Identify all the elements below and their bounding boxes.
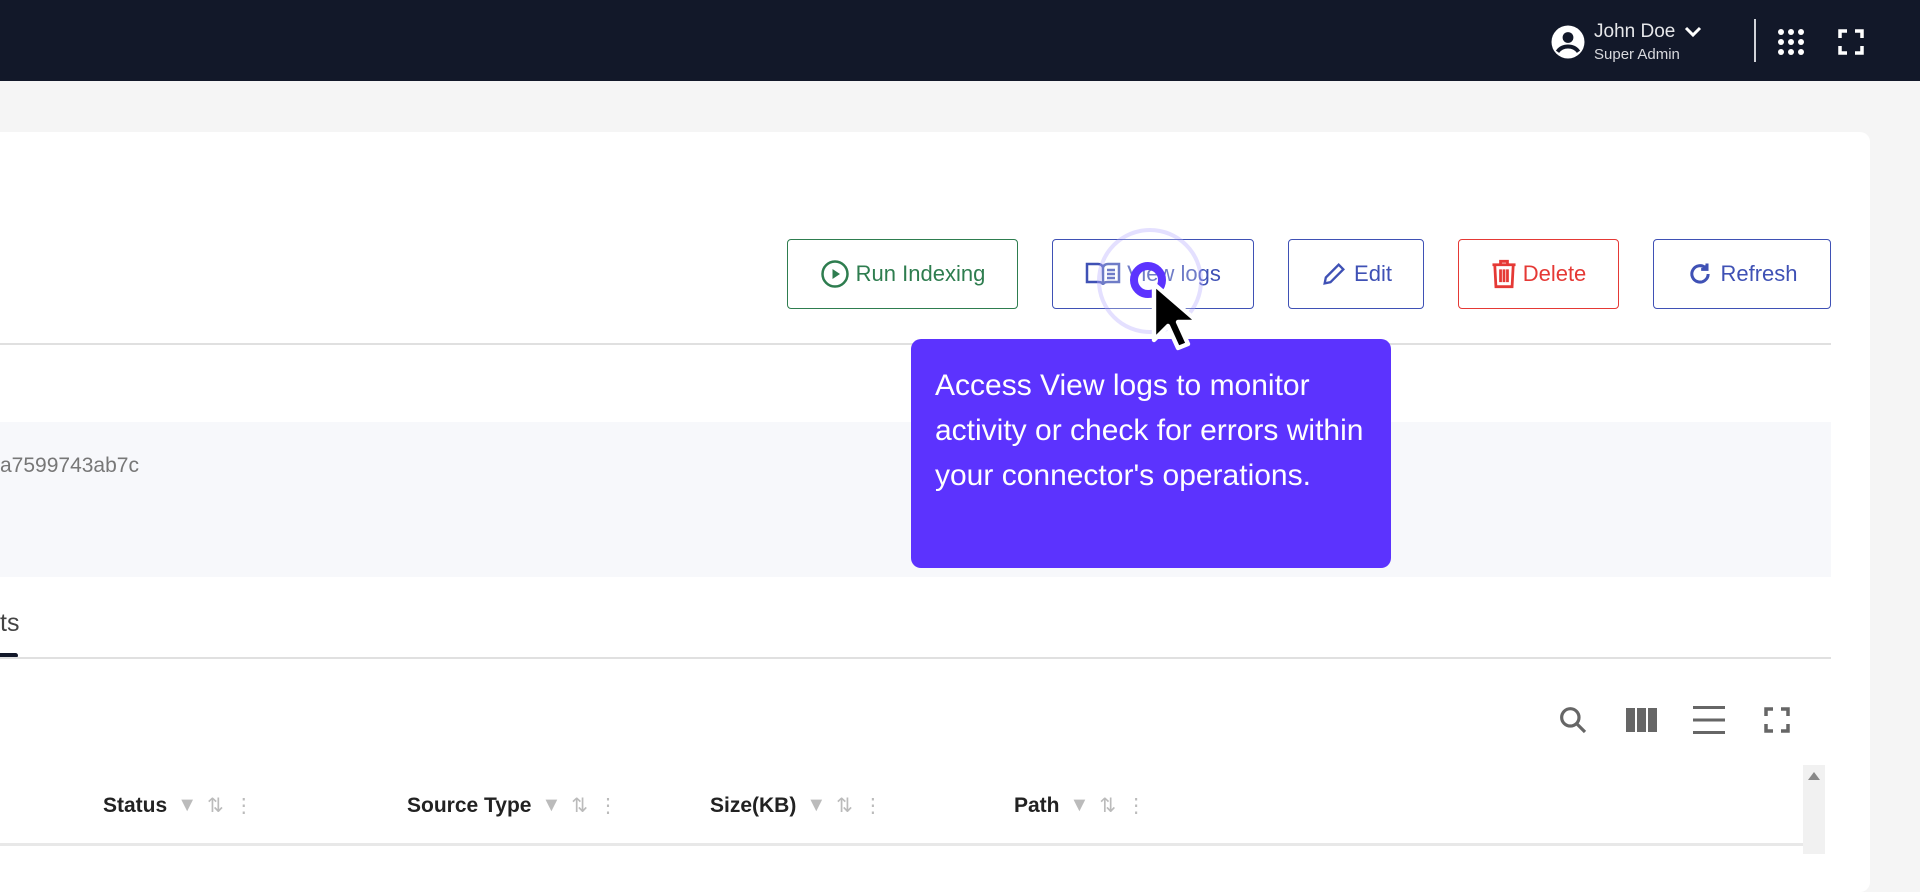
scroll-up-arrow-icon[interactable]	[1808, 772, 1820, 780]
filter-icon[interactable]: ▼	[806, 794, 826, 817]
column-label: Status	[103, 793, 168, 817]
filter-icon[interactable]: ▼	[541, 794, 561, 817]
sort-icon[interactable]: ⇅	[571, 793, 588, 818]
mouse-cursor-icon	[1151, 281, 1201, 351]
filter-icon[interactable]: ▼	[1070, 794, 1090, 817]
table-header-border	[0, 843, 1803, 846]
onboarding-tooltip: Access View logs to monitor activity or …	[911, 339, 1391, 568]
top-bar: John Doe Super Admin	[0, 0, 1920, 81]
edit-label: Edit	[1354, 261, 1392, 286]
sort-icon[interactable]: ⇅	[207, 793, 224, 818]
connector-id: a7599743ab7c	[0, 454, 139, 477]
pencil-icon	[1323, 263, 1346, 285]
edit-button[interactable]: Edit	[1288, 239, 1424, 309]
column-header-source-type[interactable]: Source Type ▼ ⇅ ⋮	[407, 793, 618, 818]
divider	[1754, 19, 1756, 62]
column-header-status[interactable]: Status ▼ ⇅ ⋮	[103, 793, 254, 818]
search-icon[interactable]	[1556, 703, 1590, 737]
column-menu-icon[interactable]: ⋮	[234, 793, 254, 818]
tab-active[interactable]: ts	[0, 609, 19, 638]
column-label: Source Type	[407, 793, 532, 817]
apps-grid-icon[interactable]	[1777, 28, 1805, 61]
user-role: Super Admin	[1594, 46, 1680, 63]
column-header-path[interactable]: Path ▼ ⇅ ⋮	[1014, 793, 1146, 818]
run-indexing-button[interactable]: Run Indexing	[787, 239, 1018, 309]
delete-button[interactable]: Delete	[1458, 239, 1619, 309]
run-indexing-label: Run Indexing	[855, 261, 986, 286]
column-label: Path	[1014, 793, 1060, 817]
refresh-label: Refresh	[1720, 261, 1798, 286]
columns-icon[interactable]	[1625, 703, 1659, 737]
tooltip-text: Access View logs to monitor activity or …	[935, 369, 1364, 492]
column-menu-icon[interactable]: ⋮	[598, 793, 618, 818]
fullscreen-icon[interactable]	[1838, 29, 1864, 60]
column-menu-icon[interactable]: ⋮	[863, 793, 883, 818]
table-fullscreen-icon[interactable]	[1760, 703, 1794, 737]
sort-icon[interactable]: ⇅	[1099, 793, 1116, 818]
user-menu[interactable]: John Doe Super Admin	[1550, 20, 1703, 66]
filter-icon[interactable]: ▼	[177, 794, 197, 817]
user-name: John Doe	[1594, 21, 1676, 42]
refresh-button[interactable]: Refresh	[1653, 239, 1831, 309]
sort-icon[interactable]: ⇅	[836, 793, 853, 818]
density-icon[interactable]	[1692, 703, 1726, 737]
play-circle-icon	[820, 260, 849, 288]
column-menu-icon[interactable]: ⋮	[1126, 793, 1146, 818]
delete-label: Delete	[1522, 261, 1587, 286]
account-icon	[1551, 25, 1585, 59]
column-label: Size(KB)	[710, 793, 797, 817]
refresh-icon	[1690, 263, 1711, 284]
chevron-down-icon	[1685, 26, 1702, 38]
column-header-size[interactable]: Size(KB) ▼ ⇅ ⋮	[710, 793, 883, 818]
tabs-divider	[0, 657, 1831, 659]
trash-icon	[1492, 259, 1516, 289]
